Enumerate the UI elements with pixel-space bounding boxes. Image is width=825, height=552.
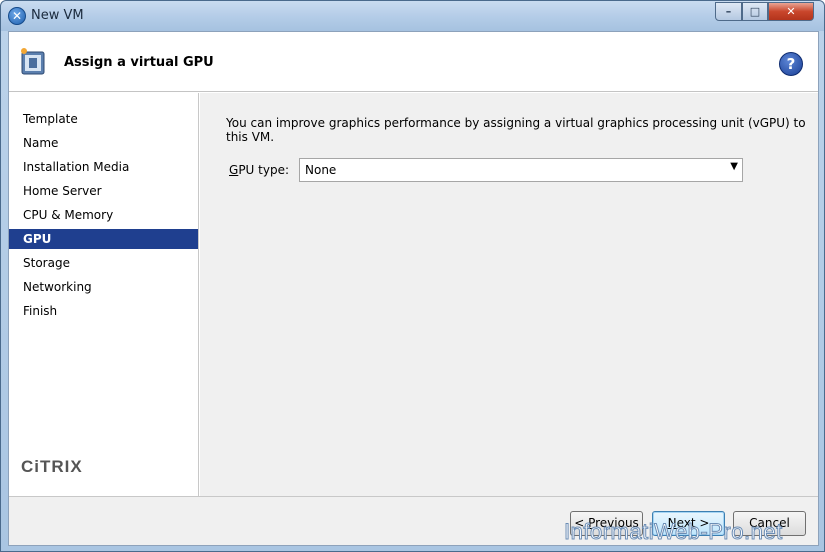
step-networking[interactable]: Networking [9,277,198,297]
gpu-type-dropdown[interactable]: None ▼ [299,158,743,182]
step-finish[interactable]: Finish [9,301,198,321]
wizard-steps: Template Name Installation Media Home Se… [9,93,199,496]
step-home-server[interactable]: Home Server [9,181,198,201]
gpu-type-label-text: PU type: [238,163,289,177]
step-template[interactable]: Template [9,109,198,129]
gpu-type-label: GPU type: [229,163,289,177]
vm-gpu-icon [21,48,45,75]
gpu-info-text: You can improve graphics performance by … [226,116,806,144]
citrix-logo: CiTRIX [21,457,83,476]
window-title: New VM [31,8,84,23]
page-title: Assign a virtual GPU [64,55,214,70]
step-name[interactable]: Name [9,133,198,153]
new-vm-window: ✕ New VM – □ ✕ Assign a virtual GPU ? Te… [0,0,825,552]
watermark: InformatiWeb-Pro.net [564,519,783,545]
step-gpu[interactable]: GPU [9,229,198,249]
help-icon[interactable]: ? [779,52,803,76]
gpu-type-value: None [305,163,337,177]
step-installation-media[interactable]: Installation Media [9,157,198,177]
maximize-button[interactable]: □ [742,2,768,21]
step-cpu-memory[interactable]: CPU & Memory [9,205,198,225]
gpu-panel: You can improve graphics performance by … [200,93,818,496]
title-bar[interactable]: ✕ New VM – □ ✕ [1,1,824,31]
step-storage[interactable]: Storage [9,253,198,273]
wizard-client: Assign a virtual GPU ? Template Name Ins… [8,31,819,546]
dropdown-arrow-icon[interactable]: ▼ [730,161,738,172]
minimize-button[interactable]: – [715,2,742,21]
gpu-type-accesskey: G [229,163,239,177]
xen-app-icon: ✕ [8,7,26,25]
close-button[interactable]: ✕ [768,2,814,21]
wizard-header: Assign a virtual GPU ? [9,32,818,92]
